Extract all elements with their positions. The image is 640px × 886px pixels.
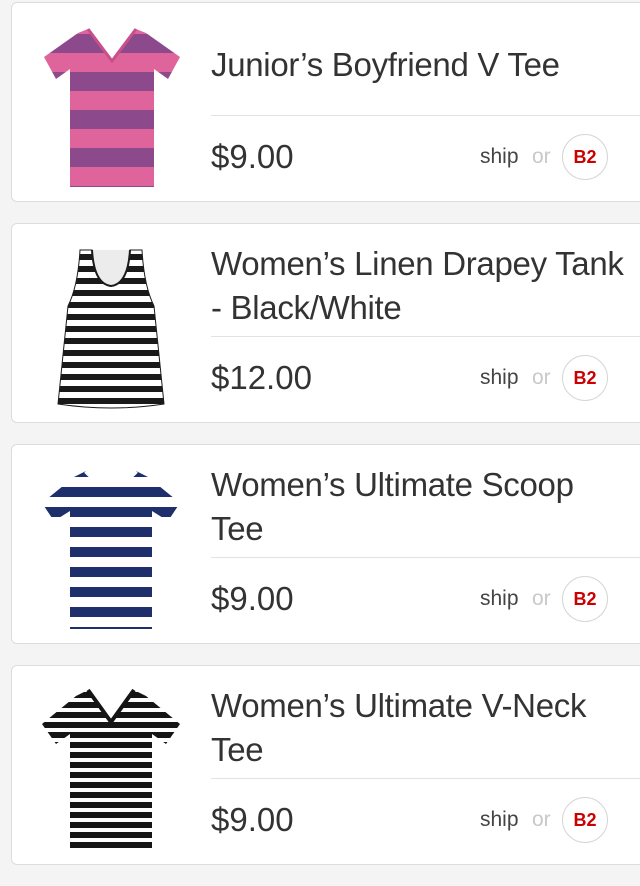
product-list: Junior’s Boyfriend V Tee $9.00 ship or B…	[0, 0, 640, 886]
divider	[211, 336, 640, 337]
product-price: $12.00	[211, 359, 312, 396]
product-card[interactable]: Women’s Linen Drapey Tank - Black/White …	[11, 223, 640, 423]
product-price: $9.00	[211, 138, 294, 175]
product-image[interactable]	[36, 678, 186, 854]
ship-link[interactable]: ship	[480, 586, 519, 612]
ship-link[interactable]: ship	[480, 807, 519, 833]
product-card[interactable]: Women’s Ultimate V-Neck Tee $9.00 ship o…	[11, 665, 640, 865]
product-title-text[interactable]: Women’s Ultimate Scoop Tee	[211, 463, 631, 551]
product-image[interactable]	[36, 457, 186, 633]
product-image[interactable]	[36, 15, 186, 191]
ship-link[interactable]: ship	[480, 144, 519, 170]
ship-link[interactable]: ship	[480, 365, 519, 391]
or-text: or	[532, 366, 551, 389]
store-pickup-button[interactable]: B2	[562, 576, 608, 622]
product-price: $9.00	[211, 801, 294, 838]
product-card[interactable]: Junior’s Boyfriend V Tee $9.00 ship or B…	[11, 2, 640, 202]
store-pickup-button[interactable]: B2	[562, 797, 608, 843]
product-title-text[interactable]: Women’s Ultimate V-Neck Tee	[211, 684, 631, 772]
product-title[interactable]: Women’s Linen Drapey Tank - Black/White	[211, 238, 631, 334]
or-text: or	[532, 145, 551, 168]
navy-white-striped-scoop-tee-image	[42, 469, 180, 629]
divider	[211, 115, 640, 116]
product-title[interactable]: Women’s Ultimate V-Neck Tee	[211, 680, 631, 776]
product-title[interactable]: Women’s Ultimate Scoop Tee	[211, 459, 631, 555]
divider	[211, 557, 640, 558]
or-text: or	[532, 587, 551, 610]
product-image[interactable]	[36, 236, 186, 412]
product-title-text[interactable]: Junior’s Boyfriend V Tee	[211, 43, 560, 87]
or-text: or	[532, 808, 551, 831]
product-price: $9.00	[211, 580, 294, 617]
pink-striped-v-tee-image	[44, 28, 180, 187]
black-white-striped-tank-image	[57, 249, 165, 409]
store-pickup-button[interactable]: B2	[562, 134, 608, 180]
product-title-text[interactable]: Women’s Linen Drapey Tank - Black/White	[211, 242, 631, 330]
product-title[interactable]: Junior’s Boyfriend V Tee	[211, 17, 631, 113]
black-white-striped-v-tee-image	[42, 688, 180, 850]
store-pickup-button[interactable]: B2	[562, 355, 608, 401]
product-card[interactable]: Women’s Ultimate Scoop Tee $9.00 ship or…	[11, 444, 640, 644]
divider	[211, 778, 640, 779]
